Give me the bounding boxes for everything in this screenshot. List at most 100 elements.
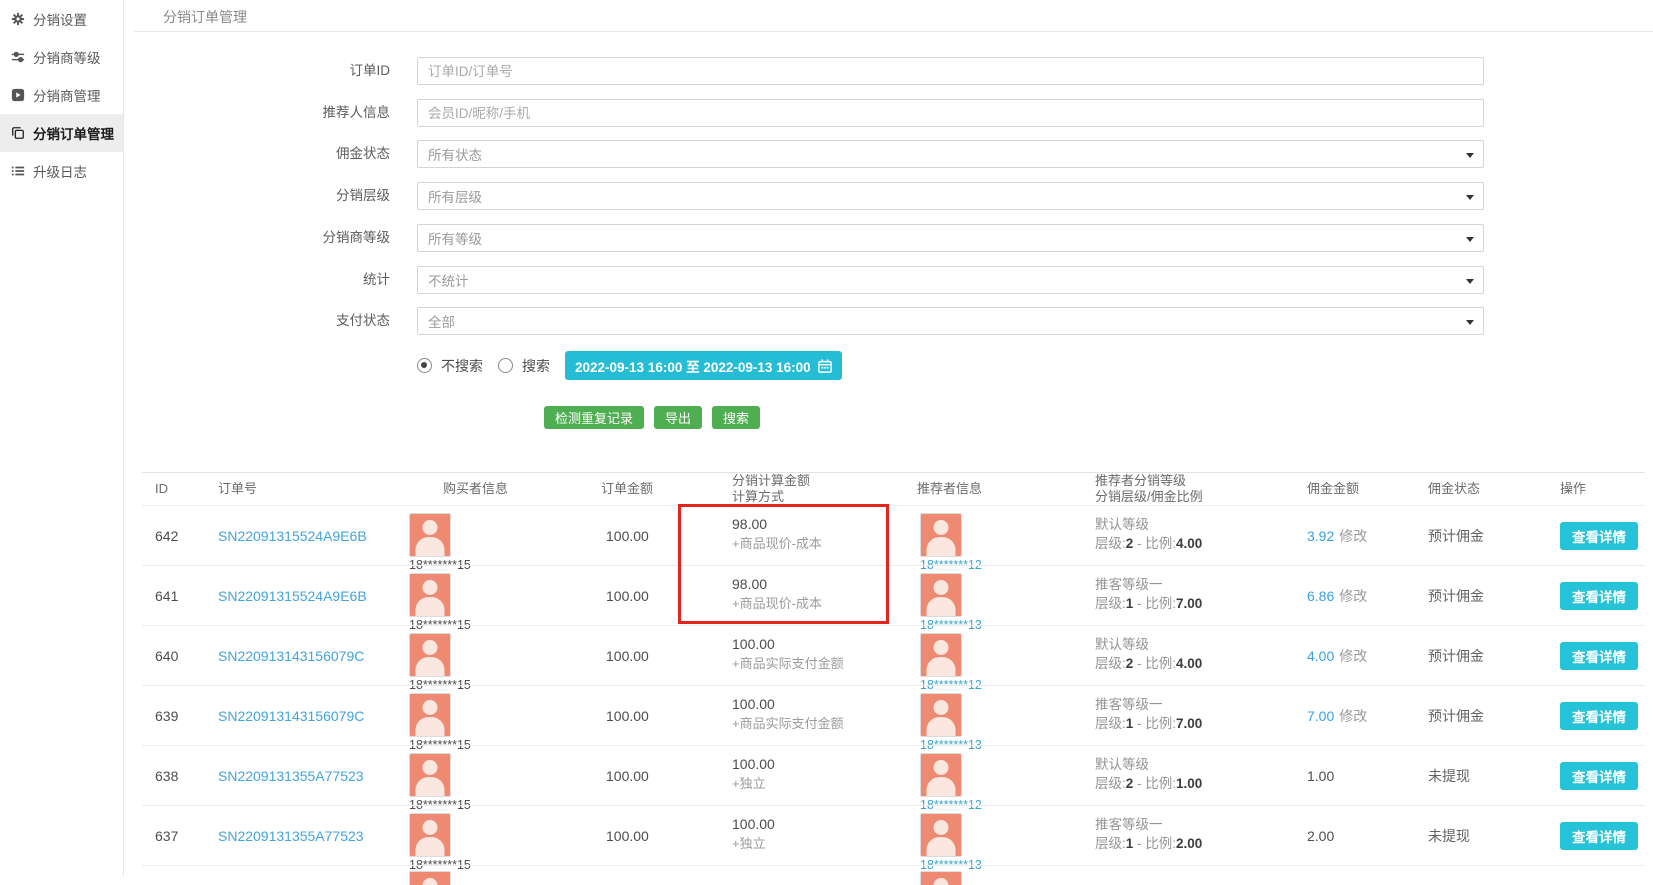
header-level: 推荐者分销等级 分销层级/佣金比例 — [1095, 473, 1203, 505]
commission-amount-link[interactable]: 7.00 — [1307, 708, 1334, 724]
level-cell: 默认等级 层级:2 - 比例:4.00 — [1095, 515, 1202, 553]
statistics-select[interactable]: 不统计 — [417, 266, 1484, 294]
buyer-cell: 18*******15 — [409, 693, 471, 752]
edit-commission-link[interactable]: 修改 — [1339, 646, 1367, 666]
calc-cell: 100.00 +商品实际支付金额 — [732, 635, 844, 673]
order-id: 642 — [155, 506, 178, 565]
ratio-value: 7.00 — [1176, 596, 1202, 611]
referrer-info-label: 推荐人信息 — [0, 99, 390, 127]
calc-cell: 100.00 +商品实际支付金额 — [732, 695, 844, 733]
calc-cell: 100.00 +独立 — [732, 815, 775, 853]
order-number-link[interactable]: SN22091315524A9E6B — [218, 588, 367, 604]
sidebar: 分销设置 分销商等级 分销商管理 分销订单管理 升级日志 — [0, 0, 124, 877]
distributor-level-select[interactable]: 所有等级 — [417, 224, 1484, 252]
commission-amount: 1.00 — [1307, 768, 1334, 784]
view-details-button[interactable]: 查看详情 — [1560, 822, 1638, 850]
buyer-avatar — [409, 633, 451, 677]
view-details-button[interactable]: 查看详情 — [1560, 582, 1638, 610]
commission-cell: 6.86 修改 — [1307, 566, 1367, 625]
distribution-tier-label: 分销层级 — [0, 182, 390, 210]
order-id-input[interactable] — [417, 57, 1484, 85]
commission-status-label: 佣金状态 — [0, 140, 390, 168]
buyer-avatar — [409, 573, 451, 617]
referrer-avatar — [920, 753, 962, 797]
header-action: 操作 — [1560, 473, 1586, 505]
search-radio-label: 搜索 — [522, 356, 550, 376]
payment-status-select[interactable]: 全部 — [417, 307, 1484, 335]
order-amount: 100.00 — [606, 566, 649, 625]
order-number-link[interactable]: SN22091315524A9E6B — [218, 528, 367, 544]
order-id: 637 — [155, 806, 178, 865]
referrer-avatar — [920, 813, 962, 857]
select-value: 不统计 — [428, 270, 469, 290]
view-details-button[interactable]: 查看详情 — [1560, 762, 1638, 790]
export-button[interactable]: 导出 — [654, 406, 702, 429]
commission-status: 预计佣金 — [1428, 506, 1484, 565]
buyer-cell: 18*******15 — [409, 633, 471, 692]
gear-icon — [11, 12, 25, 26]
search-radio[interactable] — [498, 358, 513, 373]
view-details-button[interactable]: 查看详情 — [1560, 522, 1638, 550]
select-value: 所有状态 — [428, 144, 482, 164]
order-number-link[interactable]: SN2209131355A77523 — [218, 828, 364, 844]
level-name: 推客等级一 — [1095, 575, 1202, 594]
referrer-cell: 18*******13 — [920, 813, 982, 872]
referrer-cell: 18*******12 — [920, 753, 982, 812]
search-button[interactable]: 搜索 — [712, 406, 760, 429]
order-id: 641 — [155, 566, 178, 625]
buyer-avatar — [409, 513, 451, 557]
order-number-link[interactable]: SN2209131355A77523 — [218, 768, 364, 784]
header-order-no: 订单号 — [218, 473, 257, 505]
calendar-icon — [818, 359, 832, 373]
level-name: 默认等级 — [1095, 515, 1202, 534]
distributor-level-label: 分销商等级 — [0, 224, 390, 252]
order-number-link[interactable]: SN220913143156079C — [218, 708, 364, 724]
no-search-radio[interactable] — [417, 358, 432, 373]
buyer-cell: 18*******15 — [409, 813, 471, 872]
ratio-value: 2.00 — [1176, 836, 1202, 851]
table-row: 640 SN220913143156079C 18*******15 100.0… — [142, 625, 1645, 685]
buyer-avatar — [409, 693, 451, 737]
buyer-cell: 18*******15 — [409, 753, 471, 812]
header-id: ID — [155, 473, 168, 505]
order-number-link[interactable]: SN220913143156079C — [218, 648, 364, 664]
sidebar-item-distribution-settings[interactable]: 分销设置 — [0, 0, 123, 38]
header-calc: 分销计算金额 计算方式 — [732, 473, 810, 505]
buyer-avatar — [409, 871, 451, 885]
select-value: 全部 — [428, 311, 455, 331]
edit-commission-link[interactable]: 修改 — [1339, 586, 1367, 606]
distribution-tier-select[interactable]: 所有层级 — [417, 182, 1484, 210]
order-id: 639 — [155, 686, 178, 745]
check-duplicates-button[interactable]: 检测重复记录 — [544, 406, 644, 429]
date-range-button[interactable]: 2022-09-13 16:00 至 2022-09-13 16:00 — [565, 351, 842, 380]
level-cell: 推客等级一 层级:1 - 比例:7.00 — [1095, 575, 1202, 613]
chevron-down-icon — [1466, 153, 1474, 158]
referrer-cell: 18*******13 — [920, 573, 982, 632]
commission-amount-link[interactable]: 4.00 — [1307, 648, 1334, 664]
commission-amount-link[interactable]: 6.86 — [1307, 588, 1334, 604]
referrer-info-input[interactable] — [417, 99, 1484, 127]
table-row: 639 SN220913143156079C 18*******15 100.0… — [142, 685, 1645, 745]
calc-amount: 98.00 — [732, 515, 822, 534]
chevron-down-icon — [1466, 237, 1474, 242]
referrer-avatar — [920, 871, 962, 885]
edit-commission-link[interactable]: 修改 — [1339, 526, 1367, 546]
commission-status: 预计佣金 — [1428, 566, 1484, 625]
calc-amount: 100.00 — [732, 695, 844, 714]
commission-amount-link[interactable]: 3.92 — [1307, 528, 1334, 544]
commission-status: 预计佣金 — [1428, 626, 1484, 685]
view-details-button[interactable]: 查看详情 — [1560, 642, 1638, 670]
calc-amount: 98.00 — [732, 575, 822, 594]
edit-commission-link[interactable]: 修改 — [1339, 706, 1367, 726]
buyer-avatar — [409, 813, 451, 857]
order-id: 638 — [155, 746, 178, 805]
order-id-label: 订单ID — [0, 57, 390, 85]
commission-cell: 3.92 修改 — [1307, 506, 1367, 565]
level-name: 推客等级一 — [1095, 815, 1202, 834]
commission-cell: 4.00 修改 — [1307, 626, 1367, 685]
header-buyer: 购买者信息 — [443, 473, 508, 505]
referrer-avatar — [920, 513, 962, 557]
commission-status-select[interactable]: 所有状态 — [417, 140, 1484, 168]
level-name: 默认等级 — [1095, 635, 1202, 654]
view-details-button[interactable]: 查看详情 — [1560, 702, 1638, 730]
